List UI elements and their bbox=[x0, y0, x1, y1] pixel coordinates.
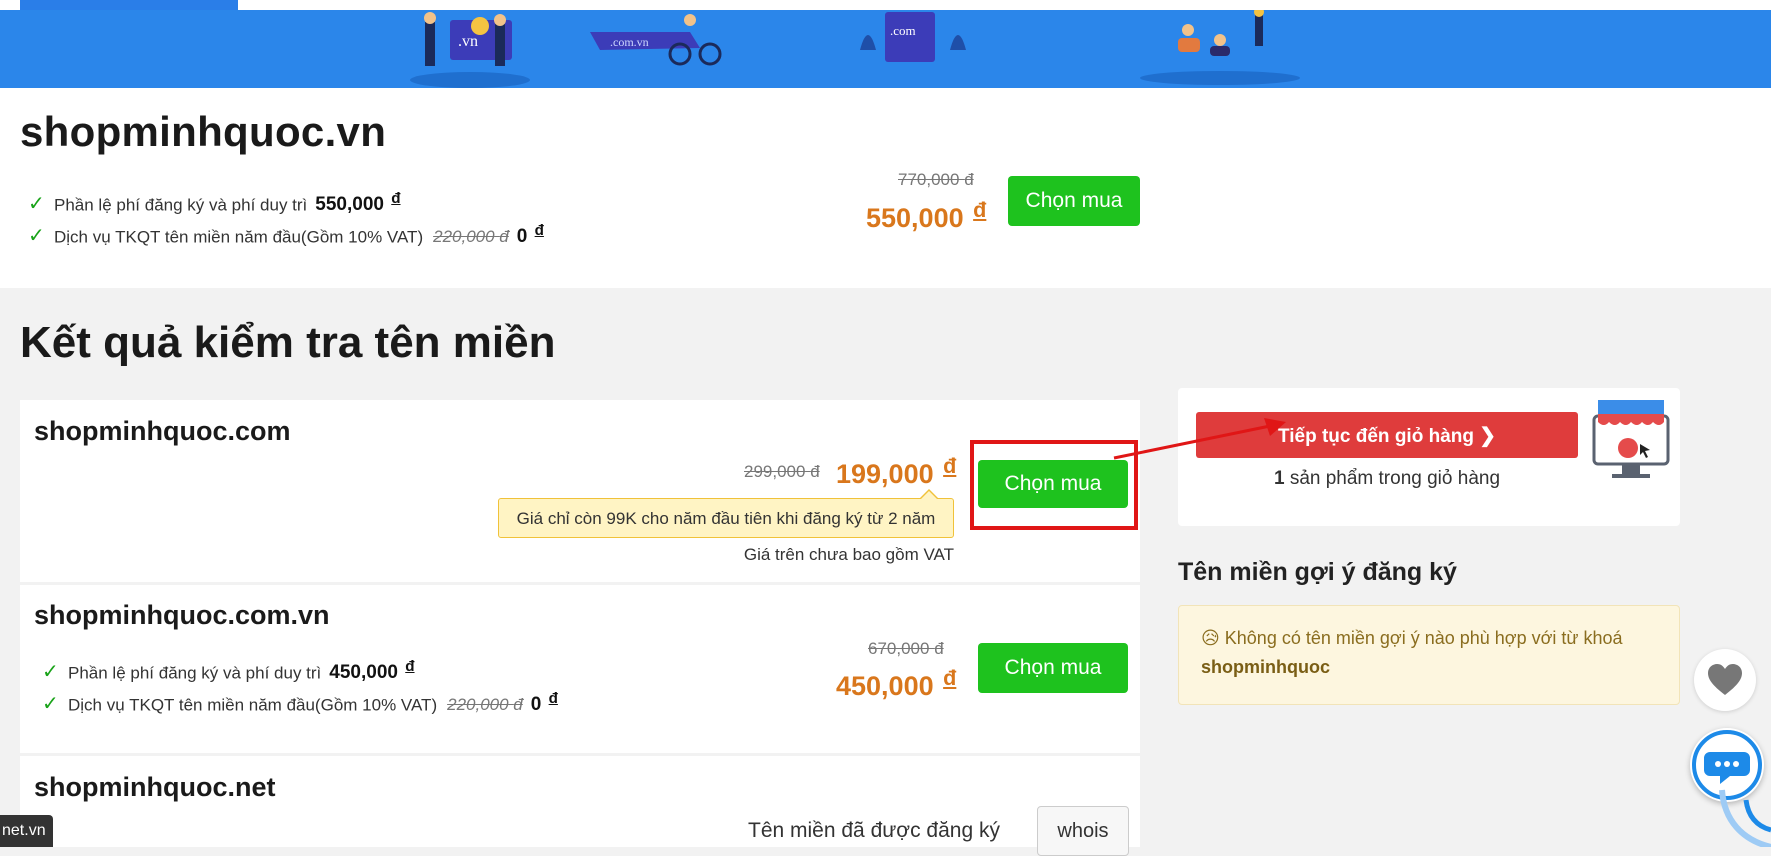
featured-buy-button[interactable]: Chọn mua bbox=[1008, 176, 1140, 226]
checkmark-icon: ✓ bbox=[28, 225, 45, 248]
fee-label: Phần lệ phí đăng ký và phí duy trì bbox=[68, 663, 322, 683]
registered-status: Tên miền đã được đăng ký bbox=[748, 819, 1000, 842]
result-old-price: 299,000 đ bbox=[744, 462, 820, 481]
chevron-right-icon: ❯ bbox=[1479, 424, 1497, 447]
checkmark-icon: ✓ bbox=[42, 693, 59, 716]
result-buy-button-comvn[interactable]: Chọn mua bbox=[978, 643, 1128, 693]
status-url-tooltip: net.vn bbox=[0, 815, 53, 847]
service-old-price: 220,000 đ bbox=[447, 695, 523, 715]
promo-tooltip: Giá chỉ còn 99K cho năm đầu tiên khi đăn… bbox=[498, 489, 954, 538]
featured-fee-line: ✓ Phần lệ phí đăng ký và phí duy trì 550,0… bbox=[28, 190, 401, 216]
top-nav-bar bbox=[0, 0, 1771, 10]
featured-old-price: 770,000 đ bbox=[898, 170, 974, 189]
favorite-heart-button[interactable] bbox=[1694, 649, 1756, 711]
fee-price: 450,000 đ bbox=[329, 658, 415, 684]
fee-price: 550,000 đ bbox=[315, 190, 401, 216]
result-domain-name: shopminhquoc.com bbox=[34, 416, 291, 446]
service-new-price: 0 đ bbox=[530, 690, 558, 716]
result-domain-name: shopminhquoc.net bbox=[34, 772, 276, 802]
service-label: Dịch vụ TKQT tên miền năm đầu(Gồm 10% VA… bbox=[68, 695, 438, 715]
banner-comvn-label: .com.vn bbox=[610, 35, 649, 49]
service-new-price: 0 đ bbox=[516, 222, 544, 248]
banner-vn-label: .vn bbox=[458, 33, 478, 50]
result-new-price: 199,000 đ bbox=[836, 453, 957, 489]
service-label: Dịch vụ TKQT tên miền năm đầu(Gồm 10% VA… bbox=[54, 227, 424, 247]
result-service-line: ✓ Dịch vụ TKQT tên miền năm đầu(Gồm 10% V… bbox=[42, 690, 558, 716]
arrow-annotation-icon bbox=[1113, 418, 1286, 460]
hero-banner: .vn .com.vn .com bbox=[0, 10, 1771, 88]
suggest-title: Tên miền gợi ý đăng ký bbox=[1178, 558, 1457, 586]
result-domain-name: shopminhquoc.com.vn bbox=[34, 600, 330, 630]
fee-label: Phần lệ phí đăng ký và phí duy trì bbox=[54, 195, 308, 215]
suggest-message: Không có tên miền gợi ý nào phù hợp với … bbox=[1224, 628, 1623, 648]
section-title: Kết quả kiểm tra tên miền bbox=[20, 318, 556, 367]
featured-domain-name: shopminhquoc.vn bbox=[20, 108, 387, 155]
chat-ring-decoration-icon bbox=[1719, 789, 1771, 847]
result-fee-line: ✓ Phần lệ phí đăng ký và phí duy trì 450,0… bbox=[42, 658, 415, 684]
cart-count-text: 1 sản phẩm trong giỏ hàng bbox=[1273, 468, 1501, 489]
whois-button[interactable]: whois bbox=[1037, 806, 1129, 856]
sad-face-icon: 😥 bbox=[1201, 628, 1220, 648]
featured-new-price: 550,000 đ bbox=[866, 197, 987, 233]
checkmark-icon: ✓ bbox=[42, 661, 59, 684]
featured-service-line: ✓ Dịch vụ TKQT tên miền năm đầu(Gồm 10% V… bbox=[28, 222, 544, 248]
featured-domain-right-area bbox=[1140, 88, 1771, 288]
vat-note: Giá trên chưa bao gồm VAT bbox=[743, 545, 954, 564]
service-old-price: 220,000 đ bbox=[433, 227, 509, 247]
shop-cart-icon bbox=[1592, 400, 1670, 478]
checkmark-icon: ✓ bbox=[28, 193, 45, 216]
result-new-price: 450,000 đ bbox=[836, 665, 957, 701]
active-tab-indicator bbox=[20, 0, 238, 10]
banner-illustration: .vn .com.vn .com bbox=[410, 10, 1300, 88]
suggest-empty-box: 😥 Không có tên miền gợi ý nào phù hợp vớ… bbox=[1178, 605, 1680, 705]
banner-com-label: .com bbox=[890, 23, 916, 38]
suggest-keyword: shopminhquoc bbox=[1201, 657, 1330, 677]
result-old-price: 670,000 đ bbox=[868, 639, 944, 658]
heart-icon bbox=[1708, 664, 1742, 695]
